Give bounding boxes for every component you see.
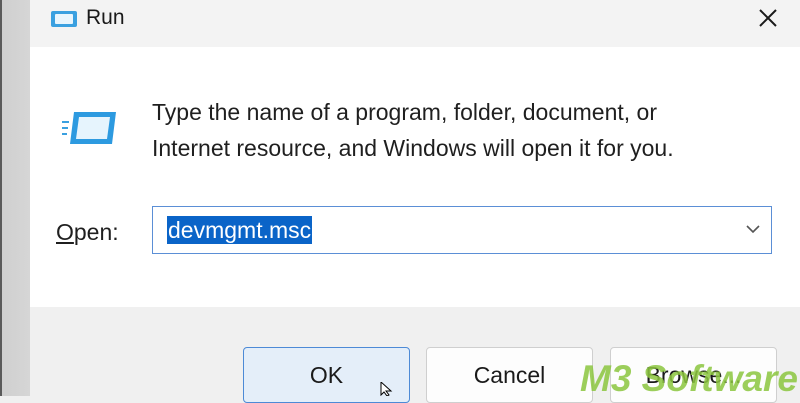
open-combobox[interactable]: devmgmt.msc <box>152 206 772 254</box>
chevron-down-icon[interactable] <box>745 223 761 235</box>
open-label-access-key: O <box>56 219 74 245</box>
title-bar <box>30 0 800 47</box>
watermark-logo: M3 Software <box>580 358 798 399</box>
description-line-2: Internet resource, and Windows will open… <box>152 135 674 161</box>
cancel-button[interactable]: Cancel <box>426 347 593 403</box>
run-program-icon <box>62 112 116 144</box>
close-icon[interactable] <box>752 2 784 34</box>
open-label: Open: <box>56 219 119 246</box>
background-window-edge <box>0 0 30 396</box>
mouse-pointer-icon <box>380 382 393 396</box>
run-app-icon <box>51 11 77 27</box>
dialog-description: Type the name of a program, folder, docu… <box>152 94 674 166</box>
open-label-text: pen: <box>73 219 119 245</box>
open-input-value[interactable]: devmgmt.msc <box>167 216 313 244</box>
window-title: Run <box>86 6 125 29</box>
dialog-content <box>30 47 800 307</box>
description-line-1: Type the name of a program, folder, docu… <box>152 99 658 125</box>
